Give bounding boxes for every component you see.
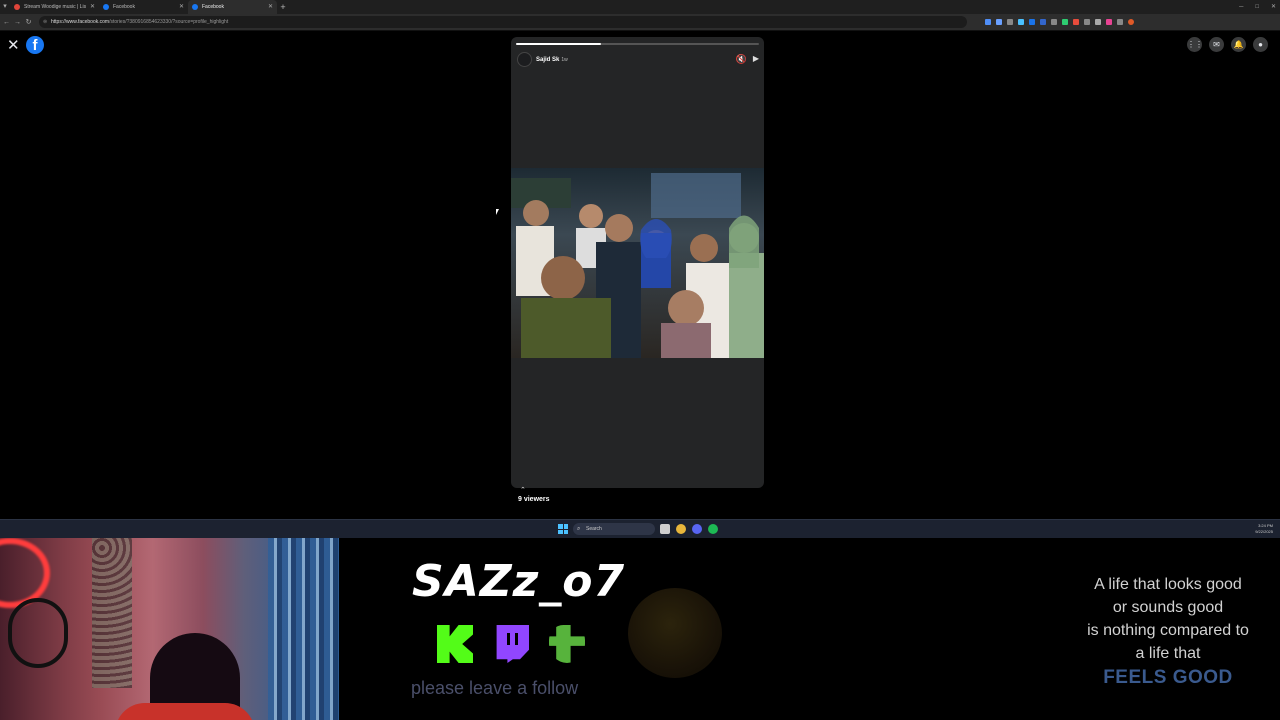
close-window-icon[interactable]: ✕ [1271, 0, 1276, 14]
minimize-icon[interactable]: ─ [1239, 0, 1243, 14]
story-progress-bar [516, 43, 759, 45]
microphone-arm [8, 598, 68, 668]
mouse-cursor-icon [496, 209, 499, 215]
window-controls: ─ □ ✕ [1239, 0, 1276, 14]
taskbar-search-label: Search [586, 526, 602, 532]
url-path: /stories/?380916854623330/?source=profil… [109, 19, 229, 25]
streamer-name: SAZz_o7 [412, 556, 626, 607]
tab-favicon-icon [103, 4, 109, 10]
tab-favicon-icon [192, 4, 198, 10]
url-host: https://www.facebook.com [51, 19, 110, 25]
extension-icon[interactable] [1040, 19, 1046, 25]
windows-taskbar: ⌕ Search 3:24 PM 9/22/2025 [0, 519, 1280, 538]
facebook-logo-icon[interactable]: f [26, 36, 44, 54]
extension-icon[interactable] [1018, 19, 1024, 25]
mute-icon[interactable]: 🔇 [736, 54, 747, 65]
tab-facebook-2[interactable]: Facebook ✕ [188, 0, 277, 14]
play-icon[interactable]: ▶ [753, 54, 759, 63]
curtain [268, 538, 339, 720]
tab-favicon-icon [14, 4, 20, 10]
guilded-icon [549, 625, 585, 663]
sad-emoji-icon [628, 588, 722, 678]
facebook-top-icons: ⋮⋮ ✉ 🔔 ● [1187, 37, 1268, 52]
quote-line: a life that [1135, 645, 1201, 662]
social-links [437, 625, 585, 663]
extension-icon[interactable] [1095, 19, 1101, 25]
close-story-icon[interactable]: ✕ [7, 37, 20, 55]
spotify-icon[interactable] [708, 524, 718, 534]
extension-icon[interactable] [1084, 19, 1090, 25]
maximize-icon[interactable]: □ [1255, 0, 1259, 14]
extension-icon[interactable] [1029, 19, 1035, 25]
extension-icon[interactable] [1062, 19, 1068, 25]
discord-icon[interactable] [692, 524, 702, 534]
file-explorer-icon[interactable] [660, 524, 670, 534]
reload-icon[interactable]: ↻ [24, 18, 33, 26]
new-tab-button[interactable]: + [277, 0, 289, 14]
tab-close-icon[interactable]: ✕ [268, 0, 273, 14]
quote-line: is nothing compared to [1087, 622, 1249, 639]
quote-block: A life that looks good or sounds good is… [1062, 573, 1274, 689]
address-bar-row: ← → ↻ ⊜ https://www.facebook.com/stories… [0, 14, 1280, 31]
search-icon: ⌕ [577, 526, 581, 532]
forward-icon[interactable]: → [13, 19, 22, 26]
browser-tab-bar: ▾ Stream Woodige music | Lis ✕ Facebook … [0, 0, 1280, 14]
story-photo [511, 168, 764, 358]
tab-title: Facebook [113, 4, 135, 10]
story-age: 1w [561, 56, 568, 63]
extension-icon[interactable] [1007, 19, 1013, 25]
start-menu-icon[interactable] [558, 524, 568, 534]
site-info-icon[interactable]: ⊜ [43, 16, 47, 28]
story-card[interactable]: Sajid Sk 1w 🔇 ▶ [511, 37, 764, 488]
messenger-icon[interactable]: ✉ [1209, 37, 1224, 52]
streamer-shirt [115, 703, 255, 720]
quote-line: or sounds good [1112, 599, 1224, 616]
chrome-icon[interactable] [676, 524, 686, 534]
tab-music[interactable]: Stream Woodige music | Lis ✕ [10, 0, 99, 14]
extension-icon[interactable] [996, 19, 1002, 25]
kick-icon [437, 625, 473, 663]
author-name[interactable]: Sajid Sk [536, 57, 559, 63]
tab-facebook-1[interactable]: Facebook ✕ [99, 0, 188, 14]
extension-icon[interactable] [1073, 19, 1079, 25]
back-icon[interactable]: ← [2, 19, 11, 26]
extension-icons [985, 19, 1134, 25]
tab-search-icon[interactable]: ▾ [0, 0, 10, 14]
story-author[interactable]: Sajid Sk 1w [517, 52, 568, 67]
taskbar-apps [660, 524, 718, 534]
puzzle-icon[interactable] [1117, 19, 1123, 25]
taskbar-search[interactable]: ⌕ Search [573, 523, 655, 535]
extension-icon[interactable] [1051, 19, 1057, 25]
tab-close-icon[interactable]: ✕ [179, 0, 184, 14]
author-avatar[interactable] [517, 52, 532, 67]
tab-title: Stream Woodige music | Lis [24, 4, 87, 10]
author-name-row: Sajid Sk 1w [536, 57, 568, 63]
twitch-icon [496, 625, 529, 663]
viewers-count[interactable]: 9 viewers [518, 496, 550, 503]
quote-line: A life that looks good [1094, 576, 1242, 593]
account-avatar-icon[interactable]: ● [1253, 37, 1268, 52]
story-progress-fill [516, 43, 602, 45]
follow-prompt: please leave a follow [411, 678, 579, 698]
viewers-expand-icon[interactable]: ⌃ [520, 486, 526, 494]
tab-title: Facebook [202, 4, 224, 10]
quote-emphasis: FEELS GOOD [1103, 667, 1233, 688]
webcam-feed [0, 538, 339, 720]
taskbar-clock[interactable]: 3:24 PM 9/22/2025 [1255, 523, 1273, 535]
wall-decoration [92, 538, 132, 688]
url-field[interactable]: ⊜ https://www.facebook.com/stories/?3809… [39, 16, 967, 28]
extension-icon[interactable] [985, 19, 991, 25]
menu-grid-icon[interactable]: ⋮⋮ [1187, 37, 1203, 52]
notifications-bell-icon[interactable]: 🔔 [1231, 37, 1246, 52]
profile-avatar-icon[interactable] [1128, 19, 1134, 25]
extension-icon[interactable] [1106, 19, 1112, 25]
tab-close-icon[interactable]: ✕ [90, 0, 95, 14]
clock-date: 9/22/2025 [1255, 529, 1273, 534]
